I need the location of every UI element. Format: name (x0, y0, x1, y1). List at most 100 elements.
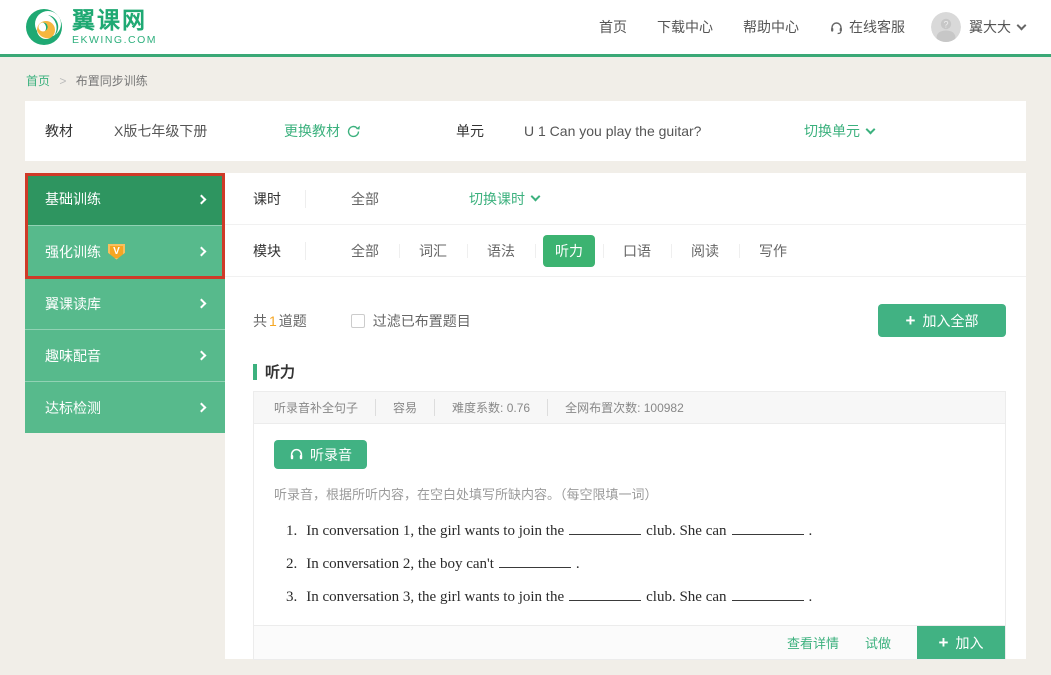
question-item: 3. In conversation 3, the girl wants to j… (286, 588, 985, 606)
unit-label: 单元 (456, 123, 484, 139)
sidebar: 基础训练 强化训练 V 翼课读库 趣味配音 达标检测 (25, 173, 225, 433)
sidebar-item-intensive-training[interactable]: 强化训练 V (25, 225, 225, 277)
switch-lesson-button[interactable]: 切换课时 (469, 189, 541, 209)
breadcrumb-home[interactable]: 首页 (26, 74, 50, 88)
headphone-icon (290, 448, 303, 460)
tab-speaking[interactable]: 口语 (603, 235, 671, 267)
unit-value: U 1 Can you play the guitar? (524, 123, 702, 139)
textbook-value: X版七年级下册 (114, 123, 208, 139)
divider (305, 189, 306, 208)
change-textbook-label: 更换教材 (284, 123, 340, 139)
breadcrumb: 首页 > 布置同步训练 (0, 57, 1051, 101)
listen-audio-button[interactable]: 听录音 (274, 440, 367, 469)
sidebar-item-reading-library[interactable]: 翼课读库 (25, 277, 225, 329)
sidebar-item-label: 趣味配音 (45, 347, 101, 364)
tab-vocabulary[interactable]: 词汇 (399, 235, 467, 267)
chevron-down-icon (530, 191, 541, 202)
user-menu[interactable]: ? 翼大大 (931, 12, 1027, 42)
sidebar-item-label: 达标检测 (45, 399, 101, 416)
question-assigned-count: 全网布置次数: 100982 (547, 399, 684, 416)
nav-help-center[interactable]: 帮助中心 (743, 17, 799, 37)
section-header: 听力 (253, 361, 1026, 382)
tab-grammar[interactable]: 语法 (467, 235, 535, 267)
try-question-link[interactable]: 试做 (865, 633, 891, 652)
lesson-label: 课时 (253, 190, 281, 207)
blank-line (731, 522, 804, 535)
question-item: 1. In conversation 1, the girl wants to j… (286, 522, 985, 540)
count-number: 1 (269, 312, 277, 329)
question-text: In conversation 2, the boy can't (306, 556, 494, 572)
question-text: club. She can (646, 523, 727, 539)
plus-icon: + (905, 311, 916, 330)
plus-icon: + (938, 633, 949, 652)
user-name: 翼大大 (969, 19, 1011, 35)
headset-icon (831, 21, 842, 34)
add-all-button[interactable]: + 加入全部 (878, 304, 1006, 337)
question-item: 2. In conversation 2, the boy can't. (286, 555, 985, 573)
logo[interactable]: 翼课网 EKWING.COM (24, 7, 157, 47)
tab-all[interactable]: 全部 (331, 235, 399, 267)
question-difficulty: 容易 (375, 399, 417, 416)
svg-text:?: ? (943, 20, 948, 30)
listen-audio-label: 听录音 (310, 446, 352, 463)
nav-download-center[interactable]: 下载中心 (657, 17, 713, 37)
sidebar-item-label: 翼课读库 (45, 295, 101, 312)
question-text: In conversation 1, the girl wants to joi… (306, 523, 565, 539)
lesson-filter-row: 课时 全部 切换课时 (225, 173, 1026, 225)
change-textbook-button[interactable]: 更换教材 (284, 121, 361, 141)
question-text: . (575, 556, 580, 572)
question-meta-row: 听录音补全句子 容易 难度系数: 0.76 全网布置次数: 100982 (254, 392, 1005, 424)
textbook-label: 教材 (45, 123, 73, 139)
filter-assigned-checkbox-group[interactable]: 过滤已布置题目 (350, 311, 471, 331)
question-text: . (808, 523, 813, 539)
breadcrumb-current: 布置同步训练 (75, 74, 148, 88)
add-all-label: 加入全部 (922, 312, 979, 329)
chevron-right-icon (196, 350, 207, 361)
nav-online-service[interactable]: 在线客服 (829, 17, 905, 37)
chevron-right-icon (196, 298, 207, 309)
blank-line (731, 588, 804, 601)
sidebar-item-standard-test[interactable]: 达标检测 (25, 381, 225, 433)
sidebar-item-fun-dubbing[interactable]: 趣味配音 (25, 329, 225, 381)
sidebar-item-basic-training[interactable]: 基础训练 (25, 173, 225, 225)
chevron-down-icon (1016, 20, 1027, 30)
blank-line (569, 522, 642, 535)
question-text: . (808, 589, 813, 605)
tab-reading[interactable]: 阅读 (671, 235, 739, 267)
question-text: In conversation 3, the girl wants to joi… (306, 589, 565, 605)
tab-writing[interactable]: 写作 (739, 235, 807, 267)
question-body: 听录音 听录音，根据所听内容，在空白处填写所缺内容。（每空限填一词） 1. In … (254, 424, 1005, 625)
question-number: 3. (286, 589, 298, 605)
question-footer: 查看详情 试做 + 加入 (254, 625, 1005, 659)
question-text: club. She can (646, 589, 727, 605)
header: 翼课网 EKWING.COM 首页 下载中心 帮助中心 在线客服 ? 翼大大 (0, 0, 1051, 57)
filter-assigned-label: 过滤已布置题目 (372, 312, 471, 329)
module-label: 模块 (253, 242, 281, 259)
view-detail-link[interactable]: 查看详情 (787, 633, 839, 652)
question-count: 共 1 道题 (253, 311, 307, 331)
question-number: 1. (286, 523, 298, 539)
refresh-icon (347, 125, 360, 137)
change-unit-button[interactable]: 切换单元 (804, 121, 876, 141)
module-filter-row: 模块 全部 词汇 语法 听力 口语 阅读 写作 (225, 225, 1026, 277)
question-type: 听录音补全句子 (274, 401, 359, 415)
chevron-down-icon (865, 124, 876, 134)
ekwing-bird-icon (26, 9, 62, 45)
question-toolbar: 共 1 道题 过滤已布置题目 + 加入全部 (225, 277, 1026, 337)
question-number: 2. (286, 556, 298, 572)
vip-badge-icon: V (108, 243, 125, 260)
breadcrumb-separator: > (59, 74, 67, 88)
blank-line (498, 555, 571, 568)
section-accent-bar (253, 363, 257, 380)
textbook-unit-bar: 教材 X版七年级下册 更换教材 单元 U 1 Can you play the … (25, 101, 1026, 161)
nav-home[interactable]: 首页 (599, 17, 627, 37)
switch-lesson-label: 切换课时 (469, 190, 525, 207)
tab-listening[interactable]: 听力 (535, 234, 603, 267)
avatar: ? (931, 12, 961, 42)
section-title: 听力 (265, 364, 296, 381)
add-question-button[interactable]: + 加入 (917, 626, 1005, 659)
filter-assigned-checkbox[interactable] (350, 313, 365, 328)
logo-title: 翼课网 (72, 6, 147, 33)
count-suffix: 道题 (278, 312, 307, 329)
question-instruction: 听录音，根据所听内容，在空白处填写所缺内容。（每空限填一词） (274, 487, 658, 502)
